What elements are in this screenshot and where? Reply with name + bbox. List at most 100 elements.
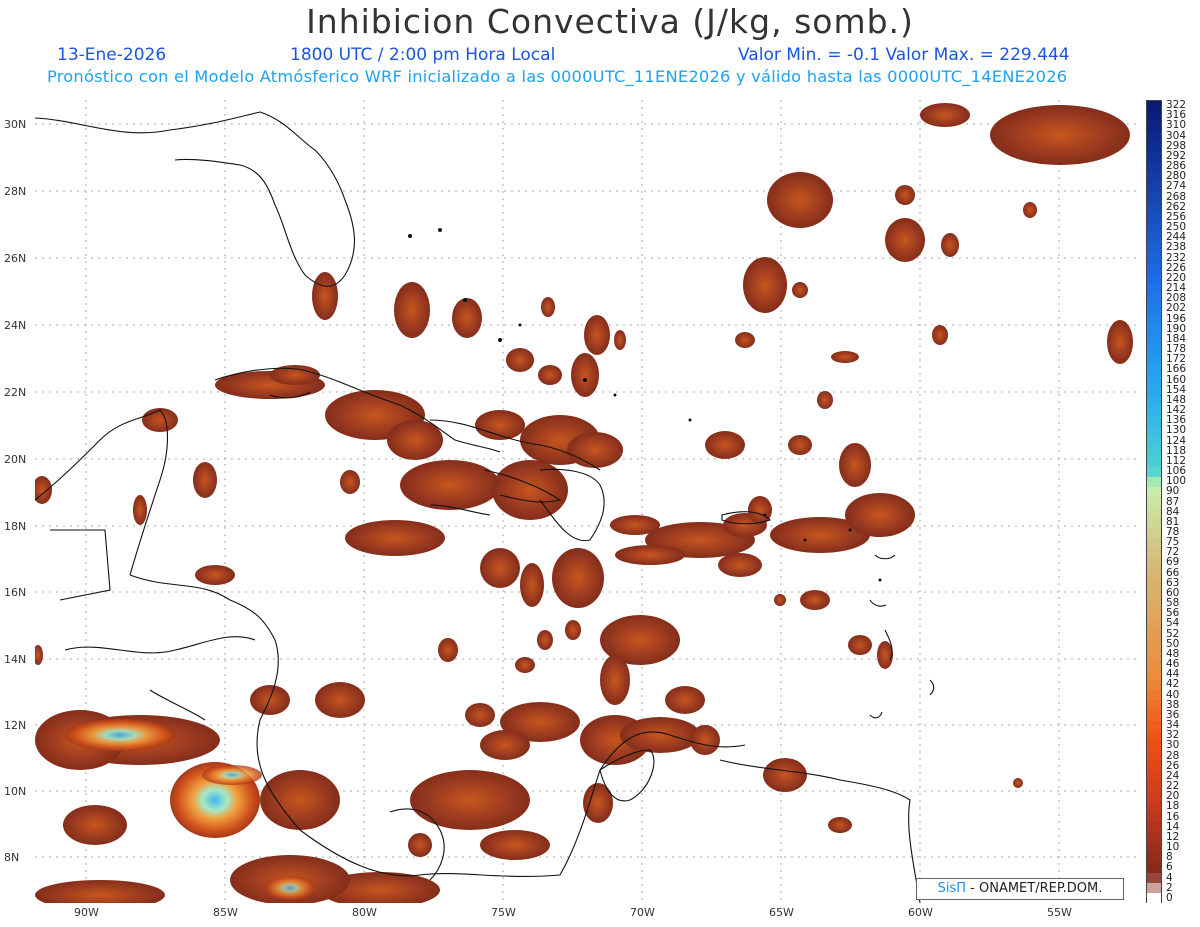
lon-label-90w: 90W — [74, 906, 99, 919]
colorbar-swatch — [1147, 141, 1161, 152]
colorbar-swatch — [1147, 771, 1161, 782]
lat-label-12n: 12N — [4, 719, 27, 732]
colorbar-swatch — [1147, 558, 1161, 569]
colorbar-swatch — [1147, 202, 1161, 213]
lon-label-55w: 55W — [1047, 906, 1072, 919]
colorbar-swatch — [1147, 263, 1161, 274]
colorbar-swatch — [1147, 547, 1161, 559]
lat-label-8n: 8N — [4, 851, 20, 864]
colorbar-swatch — [1147, 293, 1161, 305]
colorbar-swatch — [1147, 212, 1161, 223]
lon-label-65w: 65W — [769, 906, 794, 919]
colorbar-swatch — [1147, 161, 1161, 173]
colorbar-swatch — [1147, 507, 1161, 518]
colorbar-swatch — [1147, 690, 1161, 701]
colorbar-label: 87 — [1166, 495, 1180, 508]
colorbar-swatch — [1147, 588, 1161, 599]
colorbar-swatch — [1147, 872, 1161, 884]
map-canvas: 30N 28N 26N 24N 22N 20N 18N 16N 14N 12N … — [35, 100, 1140, 903]
min-max-values: Valor Min. = -0.1 Valor Max. = 229.444 — [738, 45, 1070, 65]
colorbar-swatch — [1147, 629, 1161, 640]
lon-label-60w: 60W — [908, 906, 933, 919]
credit-box: SisΠ - ONAMET/REP.DOM. — [916, 878, 1124, 900]
colorbar-swatch — [1147, 456, 1161, 467]
colorbar-swatch — [1147, 832, 1161, 843]
colorbar-swatch — [1147, 243, 1161, 254]
colorbar-swatch — [1147, 365, 1161, 376]
lon-axis: 90W 85W 80W 75W 70W 65W 60W 55W — [0, 906, 1140, 924]
colorbar-swatch — [1147, 405, 1161, 416]
colorbar-swatch — [1147, 182, 1161, 193]
colorbar-swatch — [1147, 761, 1161, 772]
colorbar-swatch — [1147, 344, 1161, 355]
colorbar-swatch — [1147, 517, 1161, 528]
colorbar-swatch — [1147, 893, 1161, 904]
colorbar-swatch — [1147, 334, 1161, 345]
colorbar-swatch — [1147, 354, 1161, 366]
colorbar-label: 69 — [1166, 556, 1180, 569]
colorbar-swatch — [1147, 385, 1161, 396]
lat-label-18n: 18N — [4, 520, 27, 533]
colorbar-swatch — [1147, 618, 1161, 630]
colorbar-swatch — [1147, 222, 1161, 234]
lat-label-28n: 28N — [4, 185, 27, 198]
colorbar-label: 0 — [1166, 891, 1173, 904]
colorbar-swatch — [1147, 811, 1161, 823]
colorbar-swatch — [1147, 852, 1161, 863]
colorbar-swatch — [1147, 781, 1161, 792]
colorbar-label: 238 — [1166, 241, 1187, 254]
colorbar-swatch — [1147, 324, 1161, 335]
lon-label-80w: 80W — [352, 906, 377, 919]
lon-label-75w: 75W — [491, 906, 516, 919]
colorbar-swatch — [1147, 497, 1161, 508]
colorbar-swatch — [1147, 314, 1161, 325]
colorbar-swatch — [1147, 476, 1161, 487]
colorbar-swatch — [1147, 842, 1161, 853]
colorbar-swatch — [1147, 426, 1161, 437]
colorbar-swatch — [1147, 131, 1161, 142]
colorbar-swatch — [1147, 283, 1161, 294]
colorbar-swatch — [1147, 669, 1161, 680]
colorbar-label: 42 — [1166, 678, 1180, 691]
lat-label-10n: 10N — [4, 785, 27, 798]
lat-label-30n: 30N — [4, 118, 27, 131]
lon-label-85w: 85W — [213, 906, 238, 919]
colorbar-label: 90 — [1166, 485, 1180, 498]
colorbar-swatch — [1147, 375, 1161, 386]
credit-text: - ONAMET/REP.DOM. — [966, 881, 1103, 896]
colorbar-swatch — [1147, 700, 1161, 711]
colorbar-swatch — [1147, 720, 1161, 731]
lat-label-14n: 14N — [4, 653, 27, 666]
colorbar-label: 310 — [1166, 119, 1187, 132]
colorbar-swatch — [1147, 578, 1161, 589]
forecast-date: 13-Ene-2026 — [57, 45, 167, 65]
model-subtitle: Pronóstico con el Modelo Atmósferico WRF… — [47, 67, 1068, 86]
colorbar-swatch — [1147, 883, 1161, 894]
lat-label-24n: 24N — [4, 319, 27, 332]
colorbar-label: 274 — [1166, 180, 1187, 193]
colorbar-swatch — [1147, 192, 1161, 203]
colorbar-swatch — [1147, 395, 1161, 406]
colorbar-label: 166 — [1166, 363, 1187, 376]
colorbar-swatch — [1147, 649, 1161, 660]
colorbar-swatch — [1147, 151, 1161, 162]
colorbar-label: 54 — [1166, 617, 1180, 630]
credit-brand: SisΠ — [937, 881, 967, 896]
colorbar-swatch — [1147, 446, 1161, 457]
colorbar-swatch — [1147, 111, 1161, 122]
colorbar-label: 6 — [1166, 861, 1173, 874]
colorbar-swatch — [1147, 730, 1161, 741]
colorbar-label: 18 — [1166, 800, 1180, 813]
colorbar-swatch — [1147, 101, 1161, 112]
colorbar-swatch — [1147, 679, 1161, 691]
colorbar-swatch — [1147, 172, 1161, 183]
colorbar-swatch — [1147, 486, 1161, 498]
lat-label-26n: 26N — [4, 252, 27, 265]
colorbar-label: 202 — [1166, 302, 1187, 315]
colorbar-swatch — [1147, 273, 1161, 284]
colorbar-label: 30 — [1166, 739, 1180, 752]
colorbar-swatch — [1147, 659, 1161, 670]
lon-label-70w: 70W — [630, 906, 655, 919]
colorbar-swatch — [1147, 415, 1161, 426]
colorbar-label: 124 — [1166, 434, 1187, 447]
